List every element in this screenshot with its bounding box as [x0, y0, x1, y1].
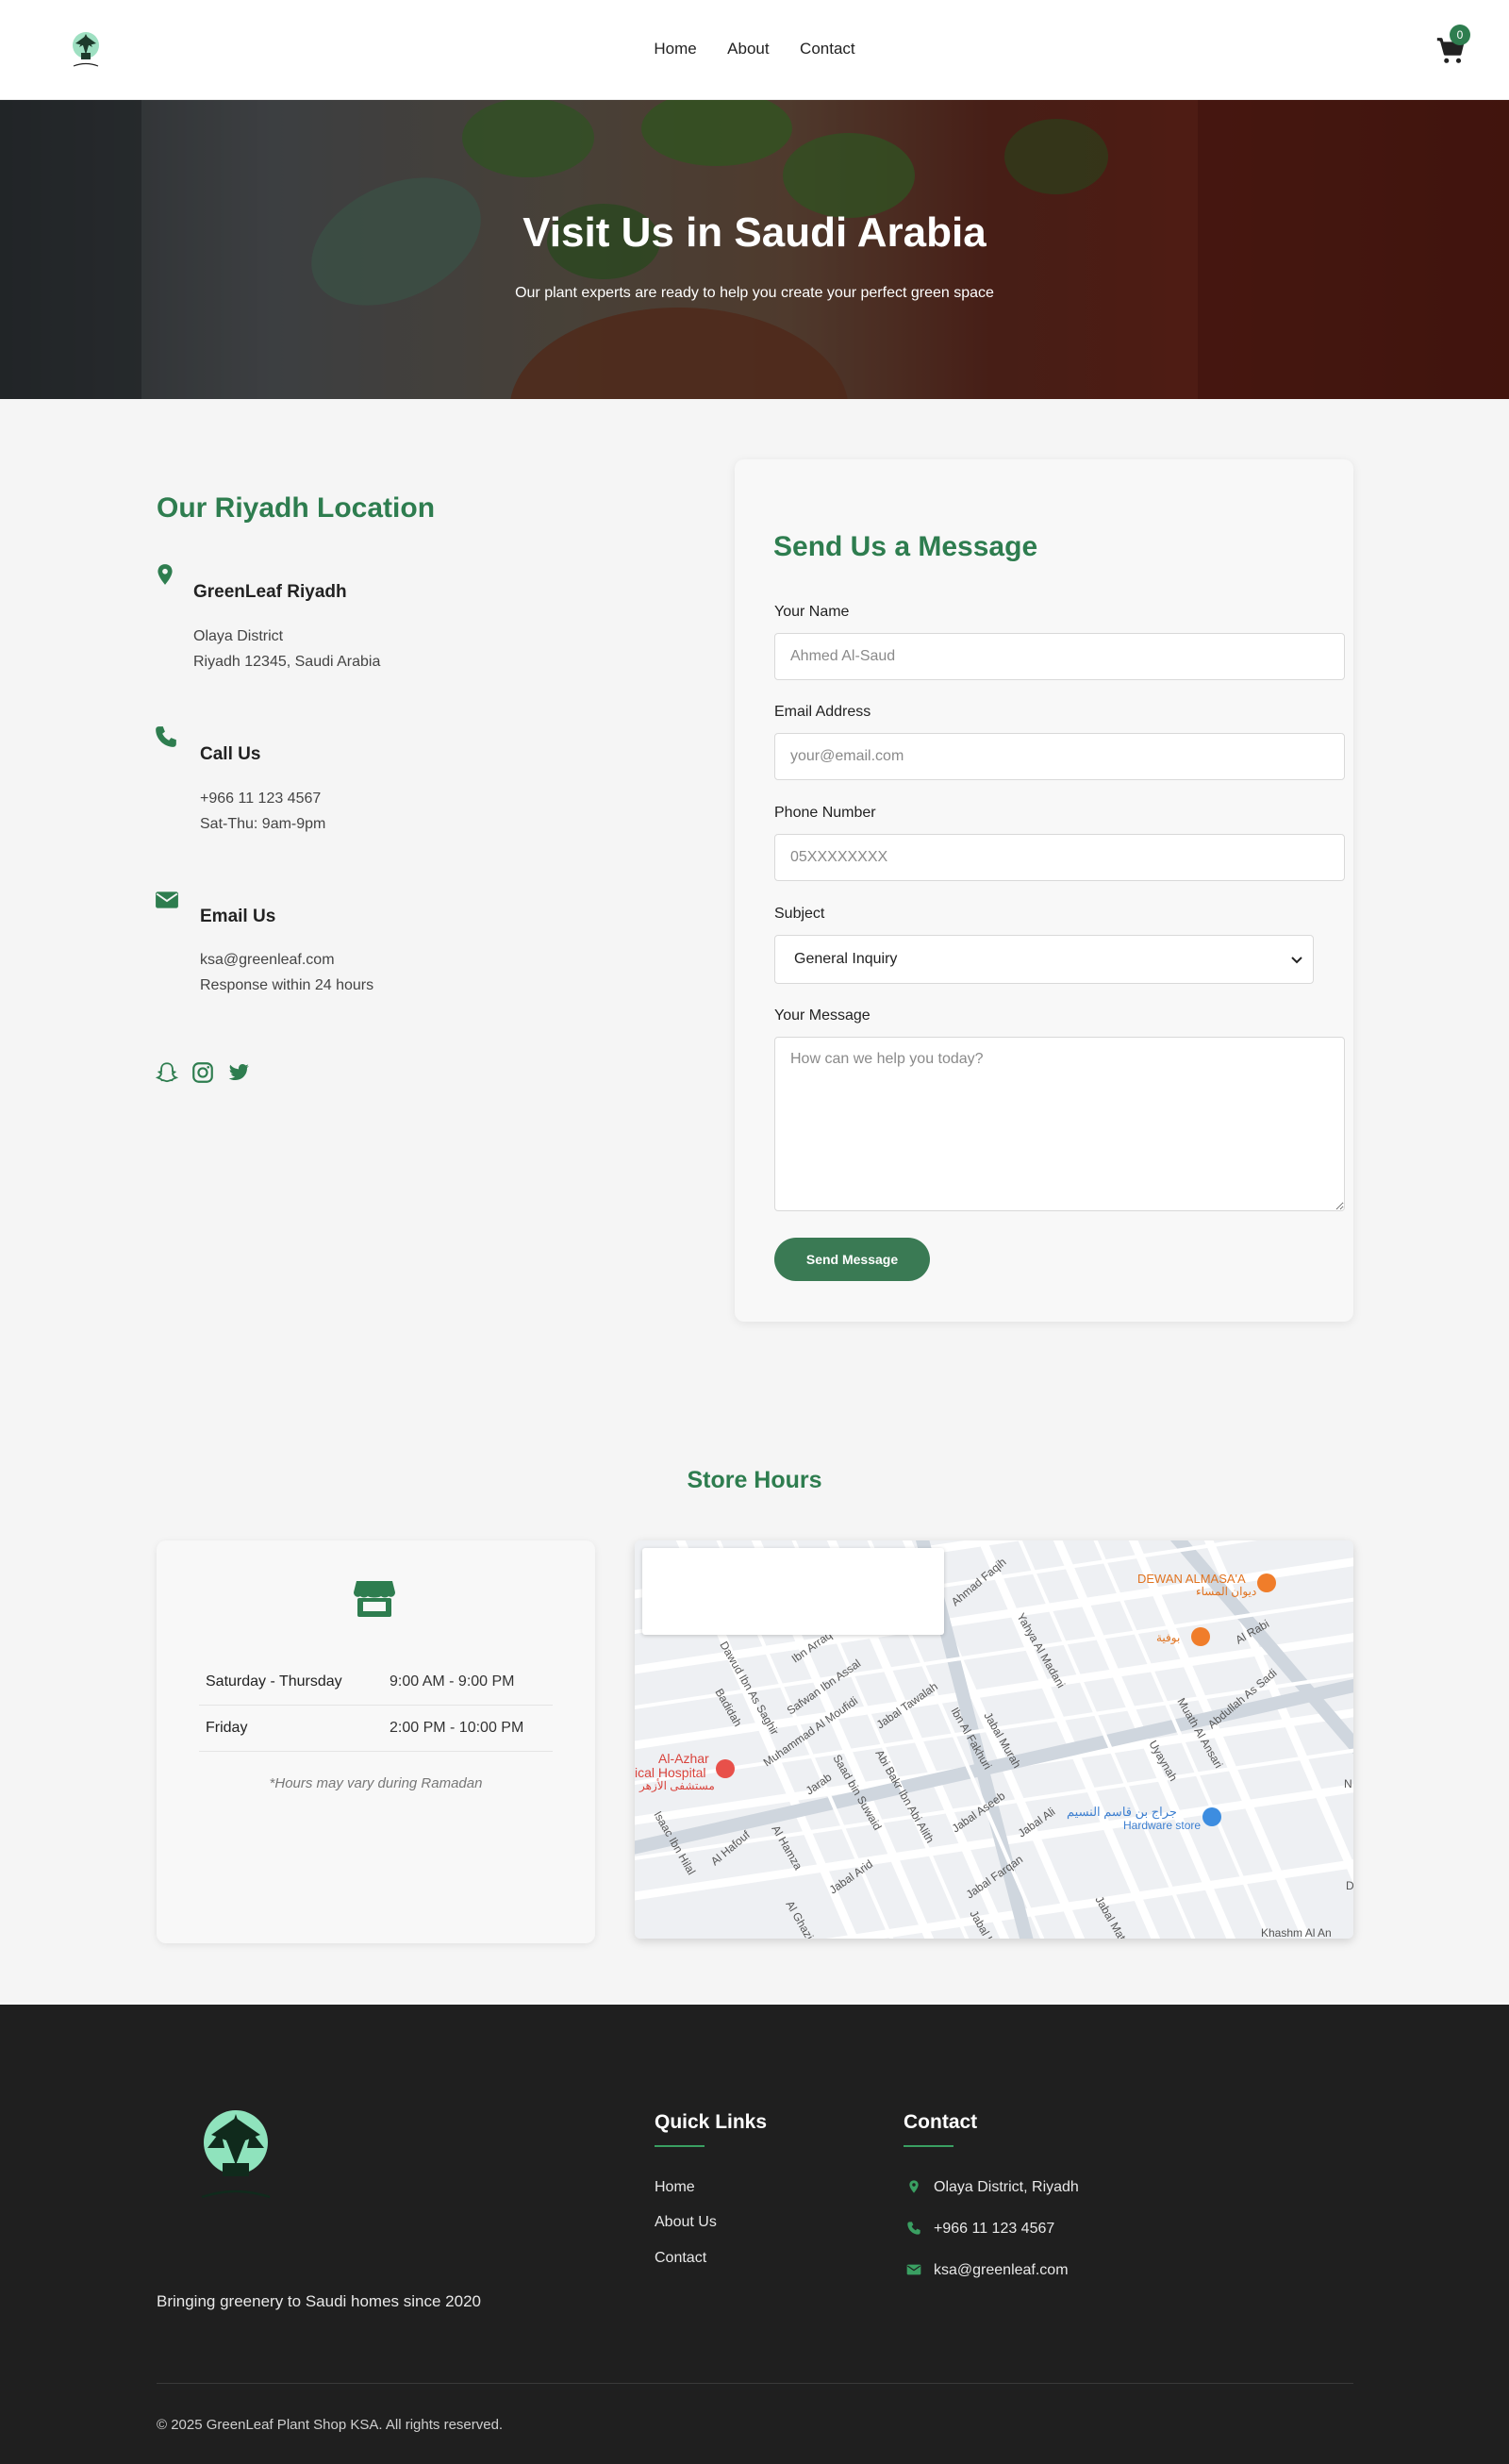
- phone-hours: Sat-Thu: 9am-9pm: [200, 816, 326, 832]
- hero-title: Visit Us in Saudi Arabia: [522, 209, 987, 256]
- footer-contact-underline: [904, 2145, 953, 2147]
- footer-address: Olaya District, Riyadh: [934, 2179, 1079, 2195]
- map-street-label: D: [1346, 1879, 1353, 1892]
- address-title: GreenLeaf Riyadh: [193, 582, 347, 602]
- email-address[interactable]: ksa@greenleaf.com: [200, 952, 335, 969]
- snapchat-icon[interactable]: [155, 1060, 179, 1085]
- phone-icon: [907, 2222, 920, 2235]
- name-input[interactable]: [774, 633, 1345, 680]
- map-label: جراج بن قاسم النسيم: [1067, 1805, 1177, 1820]
- map-pin-icon: [158, 564, 173, 585]
- map-label: Hardware store: [1123, 1819, 1201, 1832]
- phone-icon: [156, 726, 176, 747]
- instagram-icon[interactable]: [191, 1060, 215, 1085]
- main-nav: Home About Contact: [0, 40, 1509, 58]
- site-header: Home About Contact 0: [0, 0, 1509, 100]
- phone-label: Phone Number: [774, 805, 876, 821]
- footer-divider: [157, 2383, 1353, 2384]
- copyright-text: © 2025 GreenLeaf Plant Shop KSA. All rig…: [157, 2417, 504, 2433]
- map-label: Al-Azhar: [658, 1751, 709, 1766]
- footer-contact-title: Contact: [904, 2111, 978, 2133]
- cart-count-badge: 0: [1450, 25, 1470, 45]
- phone-input[interactable]: [774, 834, 1345, 881]
- nav-about[interactable]: About: [727, 40, 769, 58]
- footer-link-about[interactable]: About Us: [655, 2214, 717, 2231]
- hours-row: Saturday - Thursday 9:00 AM - 9:00 PM: [199, 1660, 553, 1706]
- map-label: DEWAN ALMASA'A: [1137, 1572, 1246, 1586]
- map-street-label: Khashm Al An: [1261, 1926, 1332, 1939]
- store-location-map[interactable]: DEWAN ALMASA'A ديوان المساء بوفية Al-Azh…: [635, 1540, 1353, 1939]
- store-icon: [354, 1581, 395, 1617]
- hours-time: 2:00 PM - 10:00 PM: [390, 1720, 524, 1736]
- phone-title: Call Us: [200, 744, 261, 764]
- footer-email[interactable]: ksa@greenleaf.com: [934, 2262, 1069, 2279]
- footer-logo: [201, 2110, 271, 2199]
- footer-tagline: Bringing greenery to Saudi homes since 2…: [157, 2292, 481, 2310]
- map-info-panel: [642, 1548, 944, 1635]
- hours-time: 9:00 AM - 9:00 PM: [390, 1673, 515, 1690]
- map-label: ديوان المساء: [1196, 1585, 1256, 1598]
- subject-select[interactable]: General Inquiry: [774, 935, 1314, 984]
- map-label: ical Hospital: [635, 1765, 705, 1780]
- message-label: Your Message: [774, 1007, 871, 1024]
- hero-subtitle: Our plant experts are ready to help you …: [515, 285, 994, 301]
- email-title: Email Us: [200, 907, 276, 926]
- email-label: Email Address: [774, 704, 871, 720]
- location-title: Our Riyadh Location: [157, 492, 436, 524]
- subject-selected-value: General Inquiry: [794, 951, 898, 967]
- map-label: مستشفى الأزهر: [638, 1778, 715, 1792]
- envelope-icon: [906, 2264, 921, 2275]
- footer-link-home[interactable]: Home: [655, 2179, 695, 2196]
- footer-phone[interactable]: +966 11 123 4567: [934, 2221, 1054, 2238]
- store-hours-title: Store Hours: [687, 1467, 822, 1493]
- map-pin-icon: [909, 2180, 919, 2193]
- ramadan-hours-note: *Hours may vary during Ramadan: [269, 1775, 483, 1791]
- social-links: [155, 1060, 262, 1090]
- address-line-1: Olaya District: [193, 628, 284, 644]
- hero-banner: Visit Us in Saudi Arabia Our plant exper…: [0, 100, 1509, 399]
- hours-row: Friday 2:00 PM - 10:00 PM: [199, 1706, 553, 1752]
- nav-home[interactable]: Home: [654, 40, 696, 58]
- subject-label: Subject: [774, 906, 825, 922]
- quick-links-title: Quick Links: [655, 2111, 768, 2133]
- footer-link-contact[interactable]: Contact: [655, 2250, 706, 2267]
- send-message-button[interactable]: Send Message: [774, 1238, 930, 1281]
- map-street-label: N: [1344, 1777, 1352, 1790]
- envelope-icon: [156, 891, 178, 908]
- twitter-icon[interactable]: [226, 1060, 251, 1085]
- name-label: Your Name: [774, 604, 850, 620]
- phone-number[interactable]: +966 11 123 4567: [200, 791, 321, 807]
- map-label: بوفية: [1156, 1631, 1180, 1644]
- email-input[interactable]: [774, 733, 1345, 780]
- hours-day: Friday: [206, 1720, 248, 1736]
- chevron-down-icon: [1291, 957, 1302, 964]
- message-textarea[interactable]: [774, 1037, 1345, 1211]
- nav-contact[interactable]: Contact: [800, 40, 855, 58]
- address-line-2: Riyadh 12345, Saudi Arabia: [193, 654, 381, 670]
- hours-day: Saturday - Thursday: [206, 1673, 342, 1690]
- site-footer: [0, 2005, 1509, 2464]
- email-response-time: Response within 24 hours: [200, 977, 374, 993]
- form-title: Send Us a Message: [773, 531, 1038, 562]
- quick-links-underline: [655, 2145, 705, 2147]
